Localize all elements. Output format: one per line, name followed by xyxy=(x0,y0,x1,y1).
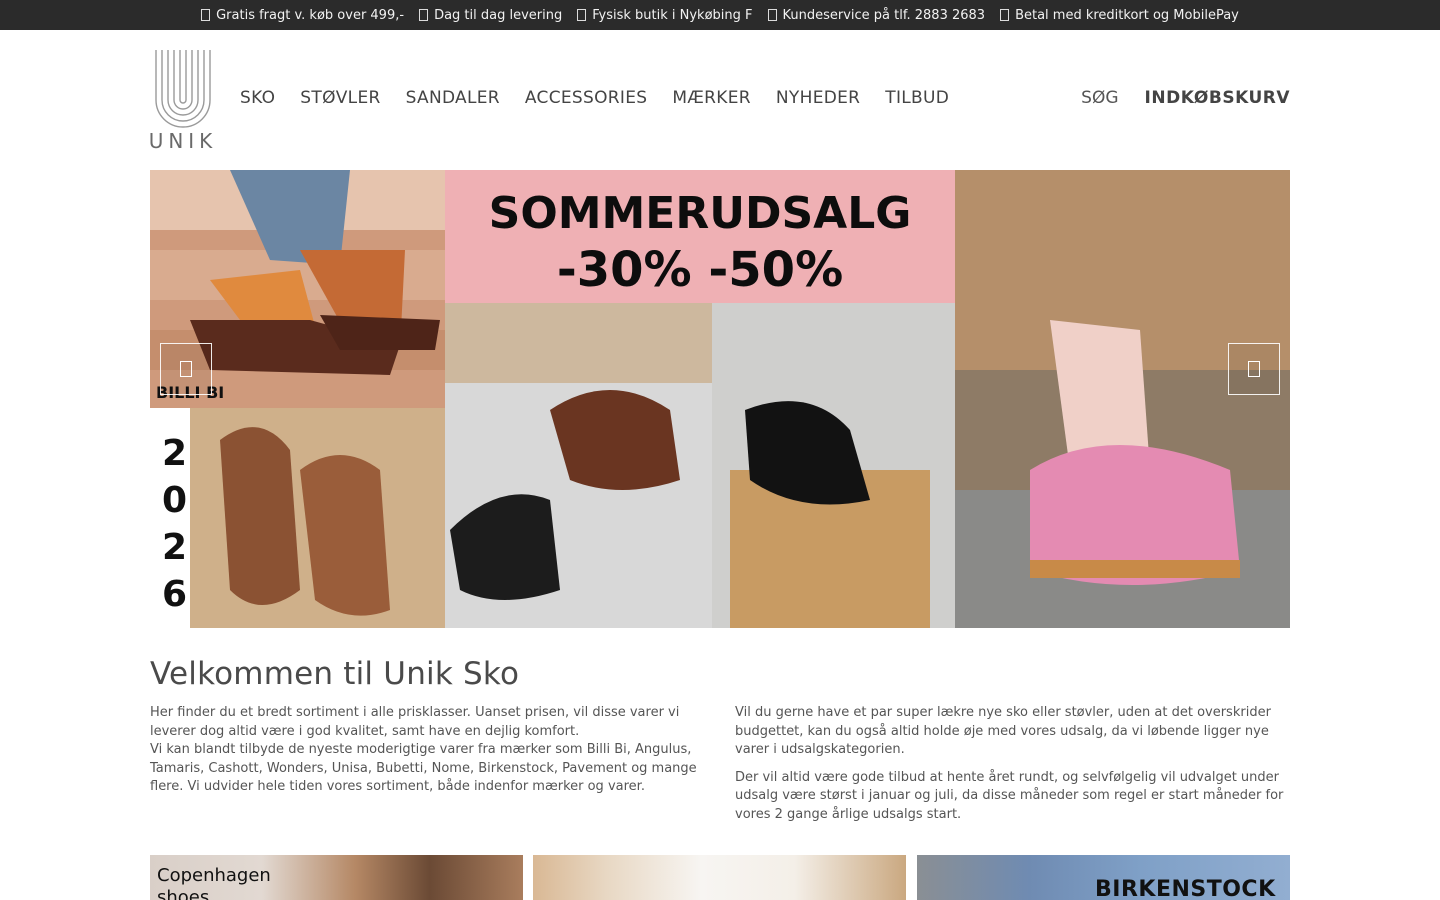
usp-item-shipping: Gratis fragt v. køb over 499,- xyxy=(201,8,404,23)
hero-banner[interactable]: BILLI BI 2 0 2 6 SOMMERUDSALG -30% -50% xyxy=(150,170,1290,628)
chevron-right-icon xyxy=(1248,361,1260,377)
header-actions: SØG INDKØBSKURV xyxy=(1081,88,1290,108)
nav-nyheder[interactable]: NYHEDER xyxy=(776,88,860,108)
usp-item-phone: Kundeservice på tlf. 2883 2683 xyxy=(767,7,986,23)
hero-prev-button[interactable] xyxy=(160,343,212,395)
phone-icon xyxy=(767,9,777,21)
svg-text:0: 0 xyxy=(162,480,187,521)
usp-item-store: Fysisk butik i Nykøbing F xyxy=(577,7,753,23)
usp-store-text: Fysisk butik i Nykøbing F xyxy=(592,7,753,23)
site-header: UNIK SKO STØVLER SANDALER ACCESSORIES MÆ… xyxy=(150,30,1290,170)
nav-stovler[interactable]: STØVLER xyxy=(300,88,380,108)
svg-text:6: 6 xyxy=(162,574,187,615)
hero-next-button[interactable] xyxy=(1228,343,1280,395)
svg-text:UNIK: UNIK xyxy=(150,129,216,150)
clock-icon xyxy=(419,9,429,21)
category-tile-birkenstock[interactable]: BIRKENSTOCK xyxy=(917,855,1290,900)
sale-headline: SOMMERUDSALG xyxy=(489,188,912,239)
search-link[interactable]: SØG xyxy=(1081,88,1118,108)
category-tile-2[interactable] xyxy=(533,855,906,900)
tile-label: Copenhagen shoes xyxy=(157,865,271,900)
category-tile-copenhagen[interactable]: Copenhagen shoes xyxy=(150,855,523,900)
credit-card-icon xyxy=(1000,9,1010,21)
svg-text:2: 2 xyxy=(162,527,187,568)
unik-logo[interactable]: UNIK xyxy=(150,50,216,150)
welcome-text-right: Vil du gerne have et par super lækre nye… xyxy=(735,704,1290,834)
welcome-right-p1: Vil du gerne have et par super lækre nye… xyxy=(735,705,1271,758)
welcome-right-p2: Der vil altid være gode tilbud at hente … xyxy=(735,769,1284,822)
welcome-title: Velkommen til Unik Sko xyxy=(150,656,520,692)
nav-maerker[interactable]: MÆRKER xyxy=(672,88,751,108)
sale-discount: -30% -50% xyxy=(557,242,843,298)
usp-bar: Gratis fragt v. køb over 499,- Dag til d… xyxy=(0,0,1440,30)
main-nav: SKO STØVLER SANDALER ACCESSORIES MÆRKER … xyxy=(240,88,949,108)
truck-icon xyxy=(201,9,211,21)
nav-accessories[interactable]: ACCESSORIES xyxy=(525,88,647,108)
nav-sko[interactable]: SKO xyxy=(240,88,275,108)
welcome-text-left: Her finder du et bredt sortiment i alle … xyxy=(150,704,705,806)
tile-label: BIRKENSTOCK xyxy=(1095,877,1276,900)
welcome-left-p2: Vi kan blandt tilbyde de nyeste moderigt… xyxy=(150,742,697,795)
usp-item-delivery: Dag til dag levering xyxy=(419,8,562,23)
usp-phone-text: Kundeservice på tlf. 2883 2683 xyxy=(782,7,986,23)
cart-link[interactable]: INDKØBSKURV xyxy=(1145,88,1290,108)
chevron-left-icon xyxy=(180,361,192,377)
usp-shipping-text: Gratis fragt v. køb over 499,- xyxy=(216,7,405,23)
svg-text:2: 2 xyxy=(162,433,187,474)
nav-tilbud[interactable]: TILBUD xyxy=(885,88,949,108)
usp-delivery-text: Dag til dag levering xyxy=(434,7,563,23)
nav-sandaler[interactable]: SANDALER xyxy=(406,88,500,108)
hero-image: BILLI BI 2 0 2 6 SOMMERUDSALG -30% -50% xyxy=(150,170,1290,628)
welcome-left-p1: Her finder du et bredt sortiment i alle … xyxy=(150,705,680,739)
usp-item-payment: Betal med kreditkort og MobilePay xyxy=(1000,8,1239,23)
store-icon xyxy=(577,9,587,21)
usp-payment-text: Betal med kreditkort og MobilePay xyxy=(1015,7,1239,23)
